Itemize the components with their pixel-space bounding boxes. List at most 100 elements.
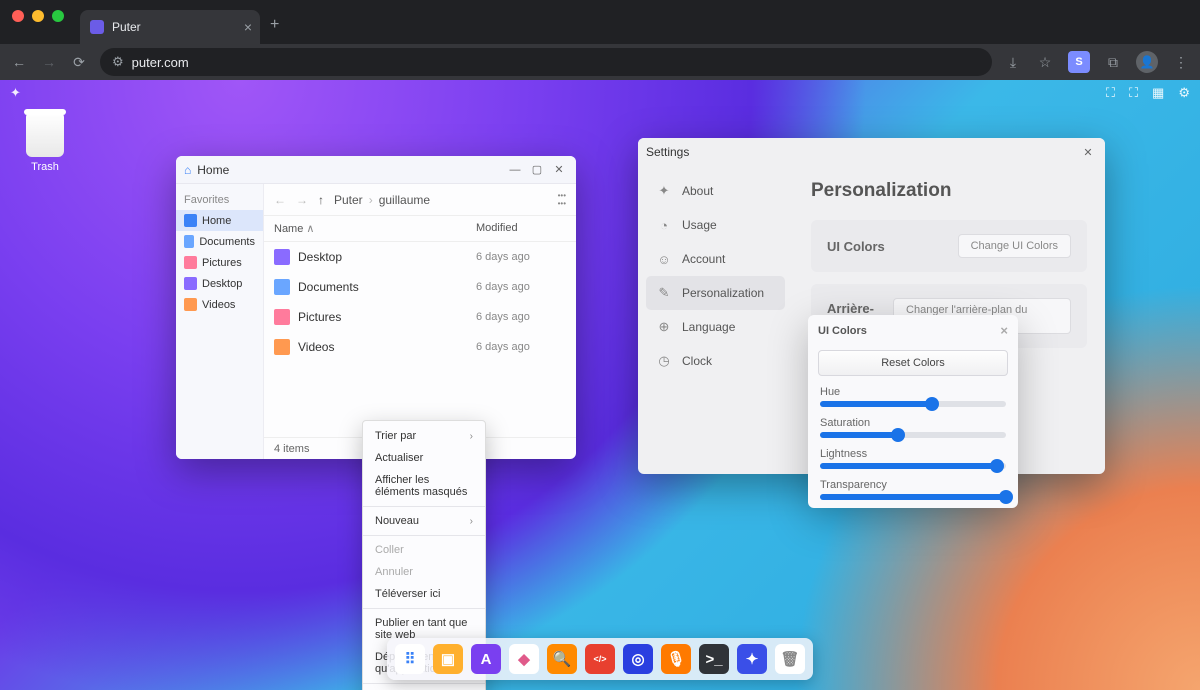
- crumb-current[interactable]: guillaume: [379, 193, 430, 207]
- lightness-slider[interactable]: [820, 463, 1006, 469]
- sidebar-item-documents[interactable]: Documents: [176, 231, 263, 252]
- sidebar-item-home[interactable]: Home: [176, 210, 263, 231]
- settings-item-account[interactable]: ☺Account: [646, 242, 785, 276]
- dock-files-icon[interactable]: ▣: [433, 644, 463, 674]
- dock-text-a-icon[interactable]: A: [471, 644, 501, 674]
- window-minimize-dot[interactable]: [32, 10, 44, 22]
- menu-item: Annuler: [363, 561, 485, 583]
- file-row[interactable]: Pictures6 days ago: [264, 302, 576, 332]
- window-minimize-icon[interactable]: —: [506, 161, 524, 179]
- explorer-window[interactable]: ⌂ Home — ▢ ✕ Favorites HomeDocumentsPict…: [176, 156, 576, 459]
- col-modified[interactable]: Modified: [476, 222, 566, 235]
- ui-colors-popup[interactable]: UI Colors × Reset Colors HueSaturationLi…: [808, 315, 1018, 508]
- menu-separator: [363, 535, 485, 536]
- browser-tab[interactable]: Puter ×: [80, 10, 260, 44]
- sidebar-item-desktop[interactable]: Desktop: [176, 273, 263, 294]
- settings-item-label: About: [682, 184, 713, 198]
- account-icon[interactable]: 👤: [1136, 51, 1158, 73]
- settings-item-about[interactable]: ✦About: [646, 174, 785, 208]
- sort-asc-icon[interactable]: ∧: [306, 223, 314, 235]
- explorer-sidebar: Favorites HomeDocumentsPicturesDesktopVi…: [176, 184, 264, 459]
- dock-puter-icon[interactable]: ✦: [737, 644, 767, 674]
- nav-forward-icon[interactable]: →: [40, 54, 58, 70]
- close-icon[interactable]: ×: [1000, 323, 1008, 338]
- file-modified: 6 days ago: [476, 341, 566, 353]
- new-tab-button[interactable]: +: [270, 16, 279, 34]
- dock-code-icon[interactable]: </>: [585, 644, 615, 674]
- macos-traffic-lights: [12, 10, 64, 22]
- menu-item[interactable]: Trier par›: [363, 425, 485, 447]
- dock-trash-icon[interactable]: 🗑: [775, 644, 805, 674]
- file-row[interactable]: Documents6 days ago: [264, 272, 576, 302]
- menubar-qr-icon[interactable]: ▦: [1152, 85, 1164, 101]
- window-close-icon[interactable]: ✕: [550, 161, 568, 179]
- menubar-gift-icon[interactable]: ⛶: [1106, 85, 1115, 101]
- menu-item[interactable]: Nouveau›: [363, 510, 485, 532]
- menubar-settings-icon[interactable]: ⚙: [1178, 85, 1190, 101]
- address-bar[interactable]: ⚙ puter.com: [100, 48, 992, 76]
- desktop-trash[interactable]: Trash: [26, 113, 64, 173]
- window-maximize-icon[interactable]: ▢: [528, 161, 546, 179]
- puter-logo-icon[interactable]: ✦: [10, 85, 21, 101]
- browser-tab-strip: Puter × +: [0, 0, 1200, 44]
- breadcrumb[interactable]: Puter › guillaume: [334, 193, 430, 207]
- card-button[interactable]: Change UI Colors: [958, 234, 1071, 258]
- hue-slider[interactable]: [820, 401, 1006, 407]
- settings-item-usage[interactable]: ◔Usage: [646, 208, 785, 242]
- saturation-slider[interactable]: [820, 432, 1006, 438]
- dock-terminal-icon[interactable]: >_: [699, 644, 729, 674]
- file-row[interactable]: Videos6 days ago: [264, 332, 576, 362]
- settings-item-clock[interactable]: ◷Clock: [646, 344, 785, 378]
- settings-item-personalization[interactable]: ✎Personalization: [646, 276, 785, 310]
- menu-item-label: Annuler: [375, 566, 413, 578]
- menu-item[interactable]: Actualiser: [363, 447, 485, 469]
- crumb-root[interactable]: Puter: [334, 193, 363, 207]
- nav-back-icon[interactable]: ←: [274, 193, 286, 207]
- tab-close-icon[interactable]: ×: [244, 19, 252, 35]
- settings-titlebar[interactable]: Settings ✕: [638, 138, 1105, 166]
- site-tune-icon[interactable]: ⚙: [112, 54, 124, 70]
- dock-mic-icon[interactable]: 🎙: [661, 644, 691, 674]
- folder-icon: [274, 279, 290, 295]
- sidebar-item-videos[interactable]: Videos: [176, 294, 263, 315]
- explorer-titlebar[interactable]: ⌂ Home — ▢ ✕: [176, 156, 576, 184]
- window-close-icon[interactable]: ✕: [1079, 143, 1097, 161]
- dock-apps-icon[interactable]: ⠿: [395, 644, 425, 674]
- bookmark-star-icon[interactable]: ☆: [1036, 54, 1054, 71]
- dock-spiral-icon[interactable]: ◎: [623, 644, 653, 674]
- nav-back-icon[interactable]: ←: [10, 54, 28, 70]
- menu-item[interactable]: Afficher les éléments masqués: [363, 469, 485, 503]
- settings-item-label: Language: [682, 320, 735, 334]
- dock: ⠿ ▣ A ◆ 🔍 </> ◎ 🎙 >_ ✦ 🗑: [387, 638, 813, 680]
- extensions-icon[interactable]: ⧉: [1104, 54, 1122, 71]
- folder-icon: [274, 339, 290, 355]
- usage-icon: ◔: [656, 217, 672, 233]
- settings-item-language[interactable]: ⊕Language: [646, 310, 785, 344]
- nav-up-icon[interactable]: ↑: [318, 193, 324, 207]
- explorer-nav: ← → ↑ Puter › guillaume ••••••: [264, 184, 576, 216]
- dock-cube-icon[interactable]: ◆: [509, 644, 539, 674]
- menu-item-label: Téléverser ici: [375, 588, 440, 600]
- nav-forward-icon[interactable]: →: [296, 193, 308, 207]
- file-row[interactable]: Desktop6 days ago: [264, 242, 576, 272]
- chevron-right-icon: ›: [470, 431, 473, 442]
- dock-search-icon[interactable]: 🔍: [547, 644, 577, 674]
- sidebar-item-pictures[interactable]: Pictures: [176, 252, 263, 273]
- window-zoom-dot[interactable]: [52, 10, 64, 22]
- install-app-icon[interactable]: ⤓: [1004, 54, 1022, 71]
- puter-menubar: ✦ ⛶ ⛶ ▦ ⚙: [0, 80, 1200, 106]
- card-label: UI Colors: [827, 239, 885, 254]
- account-icon: ☺: [656, 251, 672, 267]
- menu-item[interactable]: Téléverser ici: [363, 583, 485, 605]
- profile-badge[interactable]: S: [1068, 51, 1090, 73]
- browser-menu-icon[interactable]: ⋮: [1172, 54, 1190, 71]
- menubar-fullscreen-icon[interactable]: ⛶: [1129, 85, 1138, 101]
- reset-colors-button[interactable]: Reset Colors: [818, 350, 1008, 376]
- window-close-dot[interactable]: [12, 10, 24, 22]
- nav-reload-icon[interactable]: ⟳: [70, 54, 88, 71]
- puter-desktop[interactable]: ✦ ⛶ ⛶ ▦ ⚙ Trash ⌂ Home — ▢ ✕ Favorites H…: [0, 80, 1200, 690]
- view-toggle[interactable]: ••••••: [558, 193, 566, 207]
- file-modified: 6 days ago: [476, 281, 566, 293]
- transparency-slider[interactable]: [820, 494, 1006, 500]
- col-name[interactable]: Name: [274, 223, 303, 235]
